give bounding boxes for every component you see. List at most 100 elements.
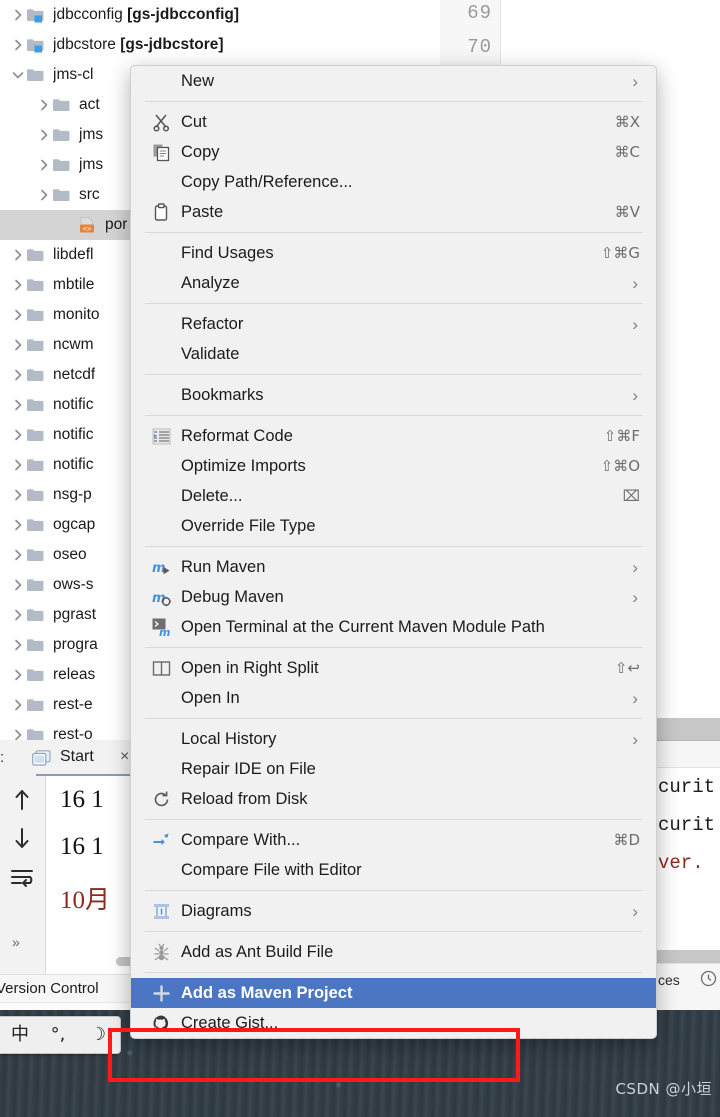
menu-item-shortcut: ⇧↩ — [614, 659, 640, 677]
chevron-right-icon[interactable] — [36, 187, 52, 203]
ime-indicator-bar[interactable]: 中 °, ☽ — [0, 1016, 121, 1054]
chevron-right-icon[interactable] — [10, 337, 26, 353]
chevron-right-icon[interactable] — [10, 457, 26, 473]
chevron-right-icon[interactable] — [10, 517, 26, 533]
chevron-right-icon[interactable] — [10, 667, 26, 683]
menu-item-run-maven[interactable]: m Run Maven › — [131, 552, 656, 582]
soft-wrap-icon[interactable] — [6, 860, 38, 892]
code-pane-footer: ces — [656, 963, 720, 1010]
folder-icon — [26, 697, 45, 713]
menu-item-open-in[interactable]: Open In › — [131, 683, 656, 713]
chevron-right-icon[interactable] — [10, 547, 26, 563]
tree-row-label: pgrast — [53, 606, 97, 623]
chevron-right-icon[interactable] — [10, 7, 26, 23]
start-tab-icon — [32, 750, 51, 766]
chevron-right-icon[interactable] — [10, 367, 26, 383]
menu-separator — [145, 819, 642, 820]
chevron-right-icon[interactable] — [10, 577, 26, 593]
tool-window-side-toolbar[interactable]: » — [0, 776, 46, 974]
chevron-right-icon[interactable] — [10, 697, 26, 713]
menu-item-local-history[interactable]: Local History › — [131, 724, 656, 754]
chevron-right-icon[interactable] — [10, 37, 26, 53]
menu-item-diagrams[interactable]: Diagrams › — [131, 896, 656, 926]
chevron-right-icon[interactable] — [10, 637, 26, 653]
menu-item-label: New — [181, 71, 215, 90]
tree-row[interactable]: jdbcstore [gs-jdbcstore] — [0, 30, 440, 60]
ime-punctuation-mode[interactable]: °, — [38, 1017, 78, 1053]
menu-item-optimize-imports[interactable]: Optimize Imports ⇧⌘O — [131, 451, 656, 481]
module-folder-icon — [26, 37, 45, 53]
code-pane-toolstrip[interactable] — [656, 741, 720, 768]
folder-icon — [26, 247, 45, 263]
menu-item-repair-ide-on-file[interactable]: Repair IDE on File — [131, 754, 656, 784]
folder-icon — [26, 307, 45, 323]
menu-item-icon-placeholder — [151, 516, 171, 536]
menu-item-label: Diagrams — [181, 901, 252, 920]
folder-icon — [26, 637, 45, 653]
chevron-right-icon[interactable] — [10, 247, 26, 263]
menu-item-paste[interactable]: Paste ⌘V — [131, 197, 656, 227]
folder-icon — [52, 187, 71, 203]
menu-item-icon-placeholder — [151, 243, 171, 263]
menu-item-delete[interactable]: Delete... ⌧ — [131, 481, 656, 511]
menu-item-icon-placeholder — [151, 729, 171, 749]
menu-item-refactor[interactable]: Refactor › — [131, 309, 656, 339]
diagram-icon — [151, 901, 171, 921]
maven-debug-icon: m — [151, 587, 171, 607]
ime-chinese-mode[interactable]: 中 — [0, 1017, 40, 1053]
menu-item-open-in-right-split[interactable]: Open in Right Split ⇧↩ — [131, 653, 656, 683]
close-icon[interactable]: × — [120, 748, 129, 766]
menu-item-add-as-ant-build-file[interactable]: Add as Ant Build File — [131, 937, 656, 967]
folder-icon — [52, 157, 71, 173]
menu-item-compare-file-with-editor[interactable]: Compare File with Editor — [131, 855, 656, 885]
chevron-down-icon[interactable] — [10, 67, 26, 83]
chevron-right-icon[interactable] — [10, 487, 26, 503]
menu-item-icon-placeholder — [151, 314, 171, 334]
up-arrow-icon[interactable] — [6, 784, 38, 816]
menu-separator — [145, 647, 642, 648]
menu-item-reformat-code[interactable]: Reformat Code ⇧⌘F — [131, 421, 656, 451]
menu-item-label: Optimize Imports — [181, 456, 306, 475]
menu-item-bookmarks[interactable]: Bookmarks › — [131, 380, 656, 410]
menu-item-analyze[interactable]: Analyze › — [131, 268, 656, 298]
code-pane-tabstrip[interactable] — [656, 718, 720, 741]
chevron-right-icon[interactable] — [10, 607, 26, 623]
menu-item-validate[interactable]: Validate — [131, 339, 656, 369]
chevron-right-icon[interactable] — [36, 127, 52, 143]
menu-item-label: Open Terminal at the Current Maven Modul… — [181, 617, 545, 636]
reload-icon — [151, 789, 171, 809]
chevron-right-icon[interactable] — [10, 277, 26, 293]
chevron-right-icon[interactable] — [36, 97, 52, 113]
menu-item-debug-maven[interactable]: m Debug Maven › — [131, 582, 656, 612]
menu-item-label: Copy Path/Reference... — [181, 172, 353, 191]
folder-icon — [26, 547, 45, 563]
menu-item-copy-path-reference[interactable]: Copy Path/Reference... — [131, 167, 656, 197]
down-arrow-icon[interactable] — [6, 822, 38, 854]
menu-item-cut[interactable]: Cut ⌘X — [131, 107, 656, 137]
tree-row-label: ows-s — [53, 576, 94, 593]
tab-start[interactable]: Start — [60, 748, 94, 766]
context-menu[interactable]: New › Cut ⌘X Copy ⌘C Copy Path/Reference... Pas… — [130, 65, 657, 1039]
more-actions-button[interactable]: » — [12, 934, 21, 950]
menu-item-label: Reload from Disk — [181, 789, 308, 808]
menu-item-icon-placeholder — [151, 172, 171, 192]
chevron-right-icon[interactable] — [10, 397, 26, 413]
menu-item-compare-with[interactable]: Compare With... ⌘D — [131, 825, 656, 855]
version-control-label[interactable]: Version Control — [0, 980, 99, 997]
menu-separator — [145, 546, 642, 547]
menu-item-add-as-maven-project[interactable]: Add as Maven Project — [131, 978, 656, 1008]
menu-item-override-file-type[interactable]: Override File Type — [131, 511, 656, 541]
folder-icon — [52, 97, 71, 113]
code-line: curit — [658, 814, 716, 836]
menu-item-find-usages[interactable]: Find Usages ⇧⌘G — [131, 238, 656, 268]
menu-item-reload-from-disk[interactable]: Reload from Disk — [131, 784, 656, 814]
tree-row[interactable]: jdbcconfig [gs-jdbcconfig] — [0, 0, 440, 30]
chevron-right-icon[interactable] — [10, 307, 26, 323]
menu-item-open-terminal-at-the-current-maven-module-path[interactable]: m Open Terminal at the Current Maven Modu… — [131, 612, 656, 642]
menu-item-label: Add as Ant Build File — [181, 942, 334, 961]
folder-icon — [26, 397, 45, 413]
chevron-right-icon[interactable] — [36, 157, 52, 173]
chevron-right-icon[interactable] — [10, 427, 26, 443]
menu-item-copy[interactable]: Copy ⌘C — [131, 137, 656, 167]
menu-item-new[interactable]: New › — [131, 66, 656, 96]
